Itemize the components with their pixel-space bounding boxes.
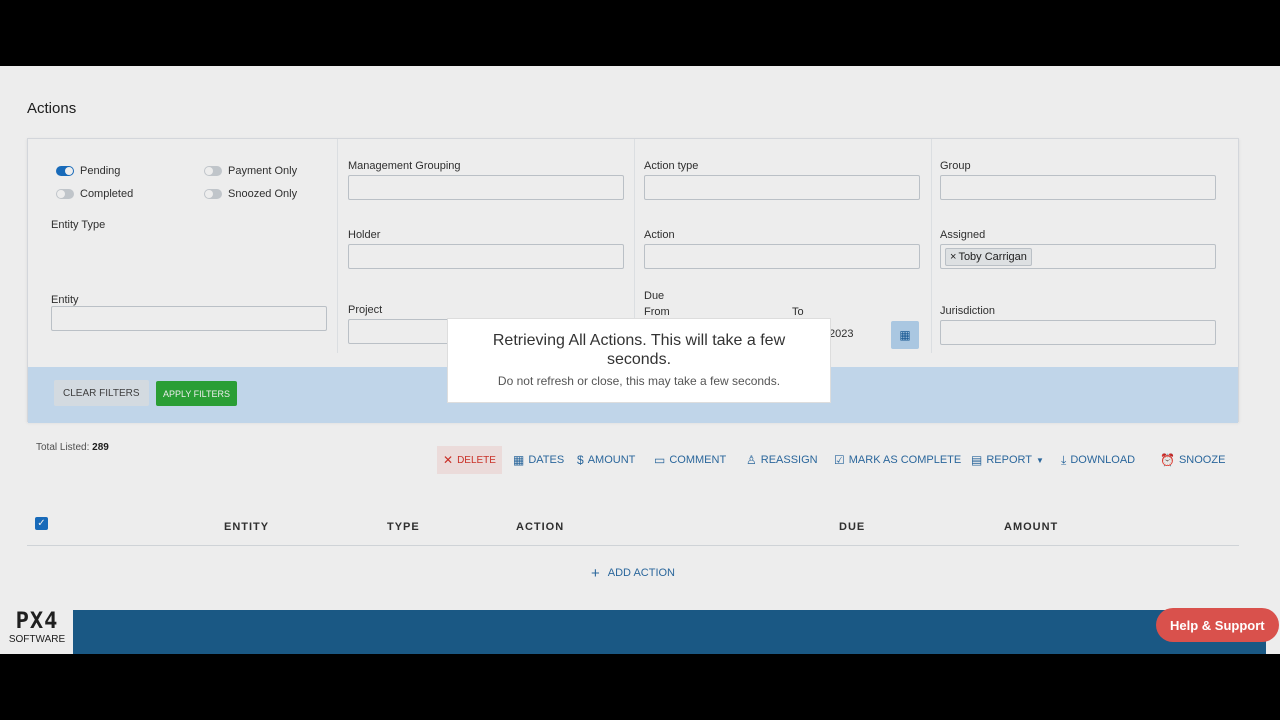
loading-subtitle: Do not refresh or close, this may take a… xyxy=(497,374,781,388)
app-viewport: Actions Pending Completed Payment Only S… xyxy=(0,66,1280,654)
loading-title: Retrieving All Actions. This will take a… xyxy=(492,332,786,368)
help-support-button[interactable]: Help & Support xyxy=(1156,608,1279,642)
loading-dialog: Retrieving All Actions. This will take a… xyxy=(447,318,831,403)
